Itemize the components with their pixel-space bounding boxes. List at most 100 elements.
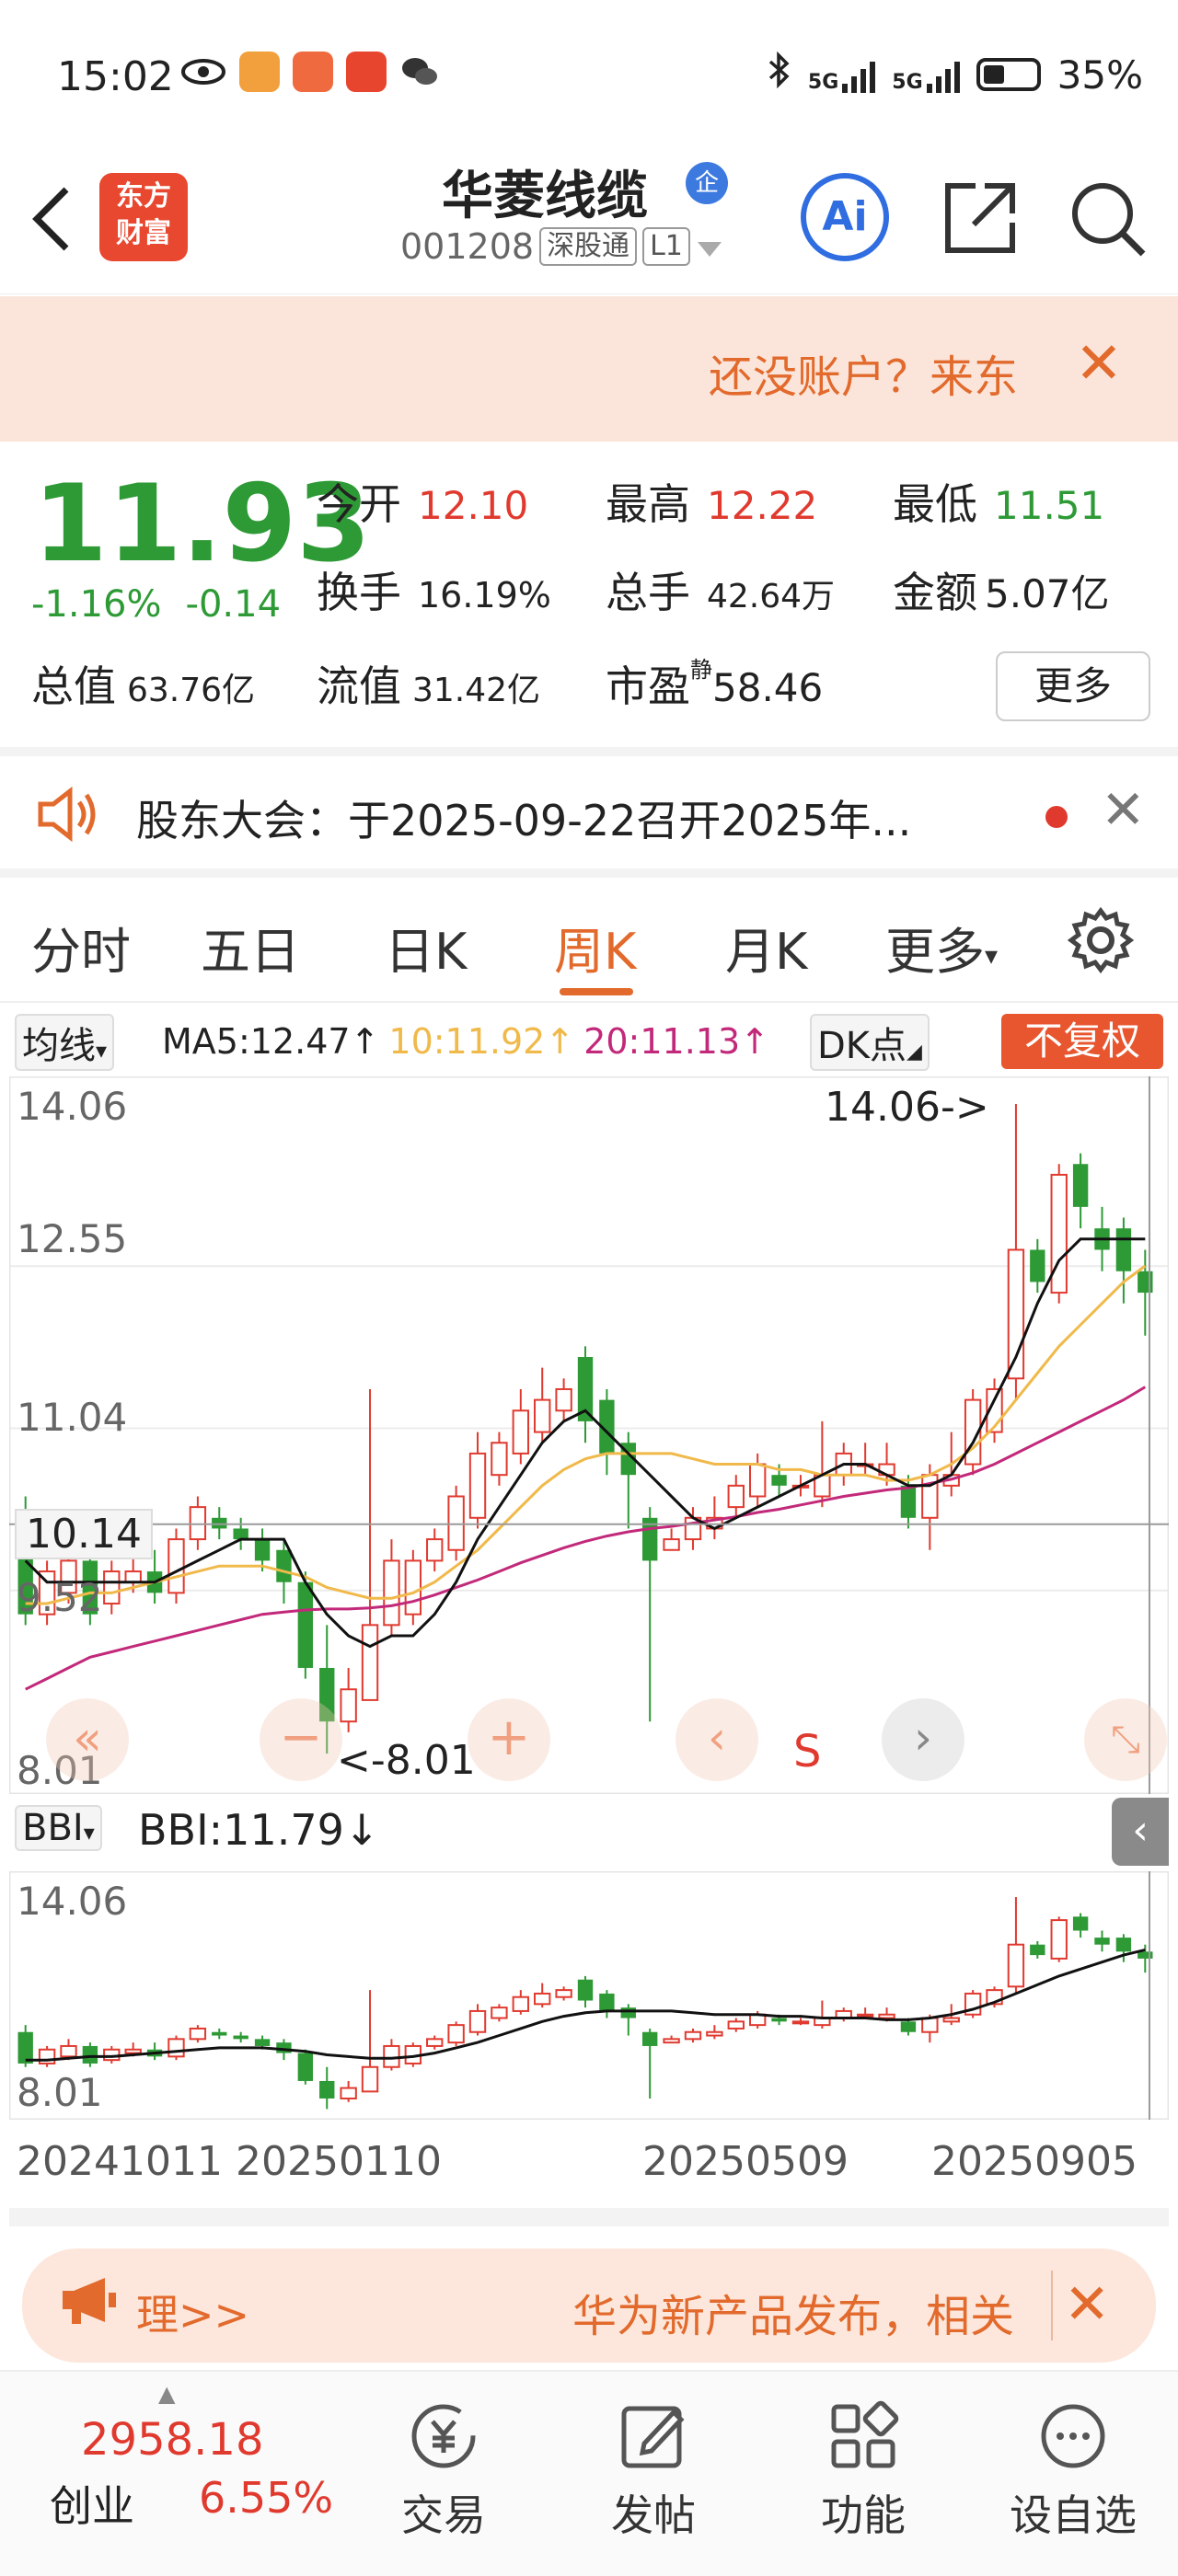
x-label-3: 20250509 — [642, 2138, 849, 2185]
high-row: 最高 12.22 — [606, 479, 818, 529]
notice-bar[interactable]: 股东大会：于2025-09-22召开2025年... ✕ — [0, 747, 1178, 878]
candle-body — [771, 2018, 787, 2022]
candle-body — [426, 1538, 444, 1562]
bbi-svg[interactable] — [8, 1870, 1170, 2121]
ma5-value: MA5:12.47↑ — [162, 1021, 380, 1062]
candle-body — [900, 1485, 917, 1518]
trade-icon — [407, 2399, 480, 2473]
candle-body — [706, 2030, 723, 2037]
bbi-value: BBI:11.79↓ — [138, 1805, 380, 1855]
mktcap-row: 总值 63.76亿 — [31, 661, 256, 711]
index-percent[interactable]: 6.55% — [199, 2473, 333, 2523]
fullscreen-icon[interactable]: ⤡ — [1084, 1698, 1167, 1781]
candle-body — [468, 2009, 487, 2033]
candle-body — [620, 2007, 636, 2018]
candle-body — [512, 1995, 529, 2012]
candle-body — [577, 1979, 594, 2001]
candle-body — [900, 2021, 917, 2032]
candle-body — [276, 1549, 292, 1582]
max-marker: 14.06-> — [825, 1084, 989, 1131]
candle-body — [212, 1517, 227, 1529]
tab-five-day[interactable]: 五日 — [201, 911, 300, 983]
promo-banner[interactable]: 理>> 华为新产品发布，相关 ✕ — [22, 2248, 1156, 2363]
tab-weekly[interactable]: 周K — [554, 911, 636, 983]
candle-body — [468, 1452, 487, 1519]
nav-post-button[interactable]: 发帖 — [589, 2399, 718, 2543]
gear-icon[interactable] — [1067, 906, 1135, 988]
candle-body — [361, 2065, 379, 2093]
banner-text[interactable]: 还没账户？来东 — [709, 340, 1040, 405]
scroll-left-fast-icon[interactable]: « — [46, 1698, 129, 1781]
candle-body — [1050, 1173, 1068, 1294]
candle-body — [791, 2020, 810, 2025]
app-logo[interactable]: 东方 财富 — [99, 173, 188, 261]
indicator-selector[interactable]: 均线▾ — [15, 1014, 115, 1071]
sub-indicator-selector[interactable]: BBI▾ — [15, 1805, 102, 1851]
dk-point-selector[interactable]: DK点◢ — [810, 1014, 930, 1071]
x-label-4: 20250905 — [931, 2138, 1138, 2185]
battery-percent: 35% — [1057, 52, 1143, 98]
promo-right-text[interactable]: 华为新产品发布，相关 — [572, 2280, 1051, 2344]
ma10-value: 10:11.92↑ — [388, 1021, 575, 1062]
notification-icons — [180, 52, 440, 92]
candle-body — [534, 1992, 551, 2006]
nav-watchlist-button[interactable]: 设自选 — [1009, 2399, 1138, 2543]
candle-body — [534, 1398, 551, 1433]
banner-close-icon[interactable]: ✕ — [1075, 329, 1123, 397]
x-label-1: 20241011 — [17, 2138, 223, 2185]
nav-function-button[interactable]: 功能 — [799, 2399, 928, 2543]
ai-assistant-button[interactable]: Ai — [801, 173, 889, 261]
index-name[interactable]: 创业 — [50, 2473, 134, 2534]
more-quote-button[interactable]: 更多 — [996, 651, 1150, 721]
tab-monthly[interactable]: 月K — [725, 911, 807, 983]
collapse-panel-icon[interactable]: ‹ — [1112, 1798, 1169, 1866]
tab-intraday[interactable]: 分时 — [31, 911, 131, 983]
candle-body — [1138, 1951, 1153, 1959]
wechat-icon — [399, 52, 440, 92]
candle-body — [1030, 1249, 1045, 1282]
candle-body — [1030, 1944, 1045, 1956]
search-icon[interactable] — [1066, 177, 1149, 259]
stock-code: 001208 — [400, 226, 535, 267]
bbi-chart[interactable]: 14.06 8.01 — [8, 1870, 1170, 2121]
crosshair-value: 10.14 — [15, 1509, 153, 1559]
expand-up-icon[interactable]: ▲ — [158, 2381, 175, 2407]
candle-body — [663, 2038, 680, 2044]
candle-body — [297, 1581, 314, 1668]
candle-body — [727, 1484, 745, 1509]
sub-y-label-bottom: 8.01 — [17, 2070, 103, 2115]
tab-daily[interactable]: 日K — [385, 911, 467, 983]
nav-trade-button[interactable]: 交易 — [379, 2399, 508, 2543]
float-row: 流值 31.42亿 — [317, 661, 541, 711]
ma20-value: 20:11.13↑ — [583, 1021, 769, 1062]
share-icon[interactable] — [939, 177, 1022, 259]
back-arrow-icon[interactable] — [26, 182, 81, 266]
status-time: 15:02 — [57, 53, 174, 100]
kline-svg[interactable] — [8, 1075, 1170, 1795]
notice-text[interactable]: 股东大会：于2025-09-22召开2025年... — [136, 788, 911, 848]
app-heart-icon — [239, 52, 280, 92]
account-banner[interactable]: 还没账户？来东 ✕ — [0, 296, 1178, 442]
battery-icon — [976, 58, 1041, 91]
adjust-button[interactable]: 不复权 — [1001, 1014, 1163, 1069]
promo-left-text[interactable]: 理>> — [136, 2282, 249, 2342]
unread-dot — [1045, 806, 1068, 828]
candle-body — [340, 1688, 357, 1723]
kline-chart[interactable]: 14.06 12.55 11.04 9.52 8.01 10.14 14.06-… — [8, 1075, 1170, 1795]
candle-body — [491, 2007, 508, 2019]
pe-row: 市盈 静 58.46 — [606, 657, 824, 711]
candle-body — [82, 2045, 98, 2064]
candle-body — [124, 1570, 142, 1583]
candle-body — [340, 2087, 357, 2099]
bluetooth-icon — [768, 51, 791, 98]
zoom-in-icon[interactable]: + — [468, 1698, 550, 1781]
notice-close-icon[interactable]: ✕ — [1101, 778, 1146, 841]
stock-code-row[interactable]: 001208 深股通 L1 — [400, 226, 723, 267]
step-left-icon[interactable]: ‹ — [676, 1698, 758, 1781]
zoom-out-icon[interactable]: − — [260, 1698, 342, 1781]
tab-more[interactable]: 更多▾ — [885, 911, 998, 983]
promo-close-icon[interactable]: ✕ — [1064, 2272, 1110, 2337]
index-value[interactable]: 2958.18 — [81, 2414, 264, 2466]
app-coupon-icon — [293, 52, 333, 92]
step-right-icon[interactable]: › — [882, 1698, 964, 1781]
